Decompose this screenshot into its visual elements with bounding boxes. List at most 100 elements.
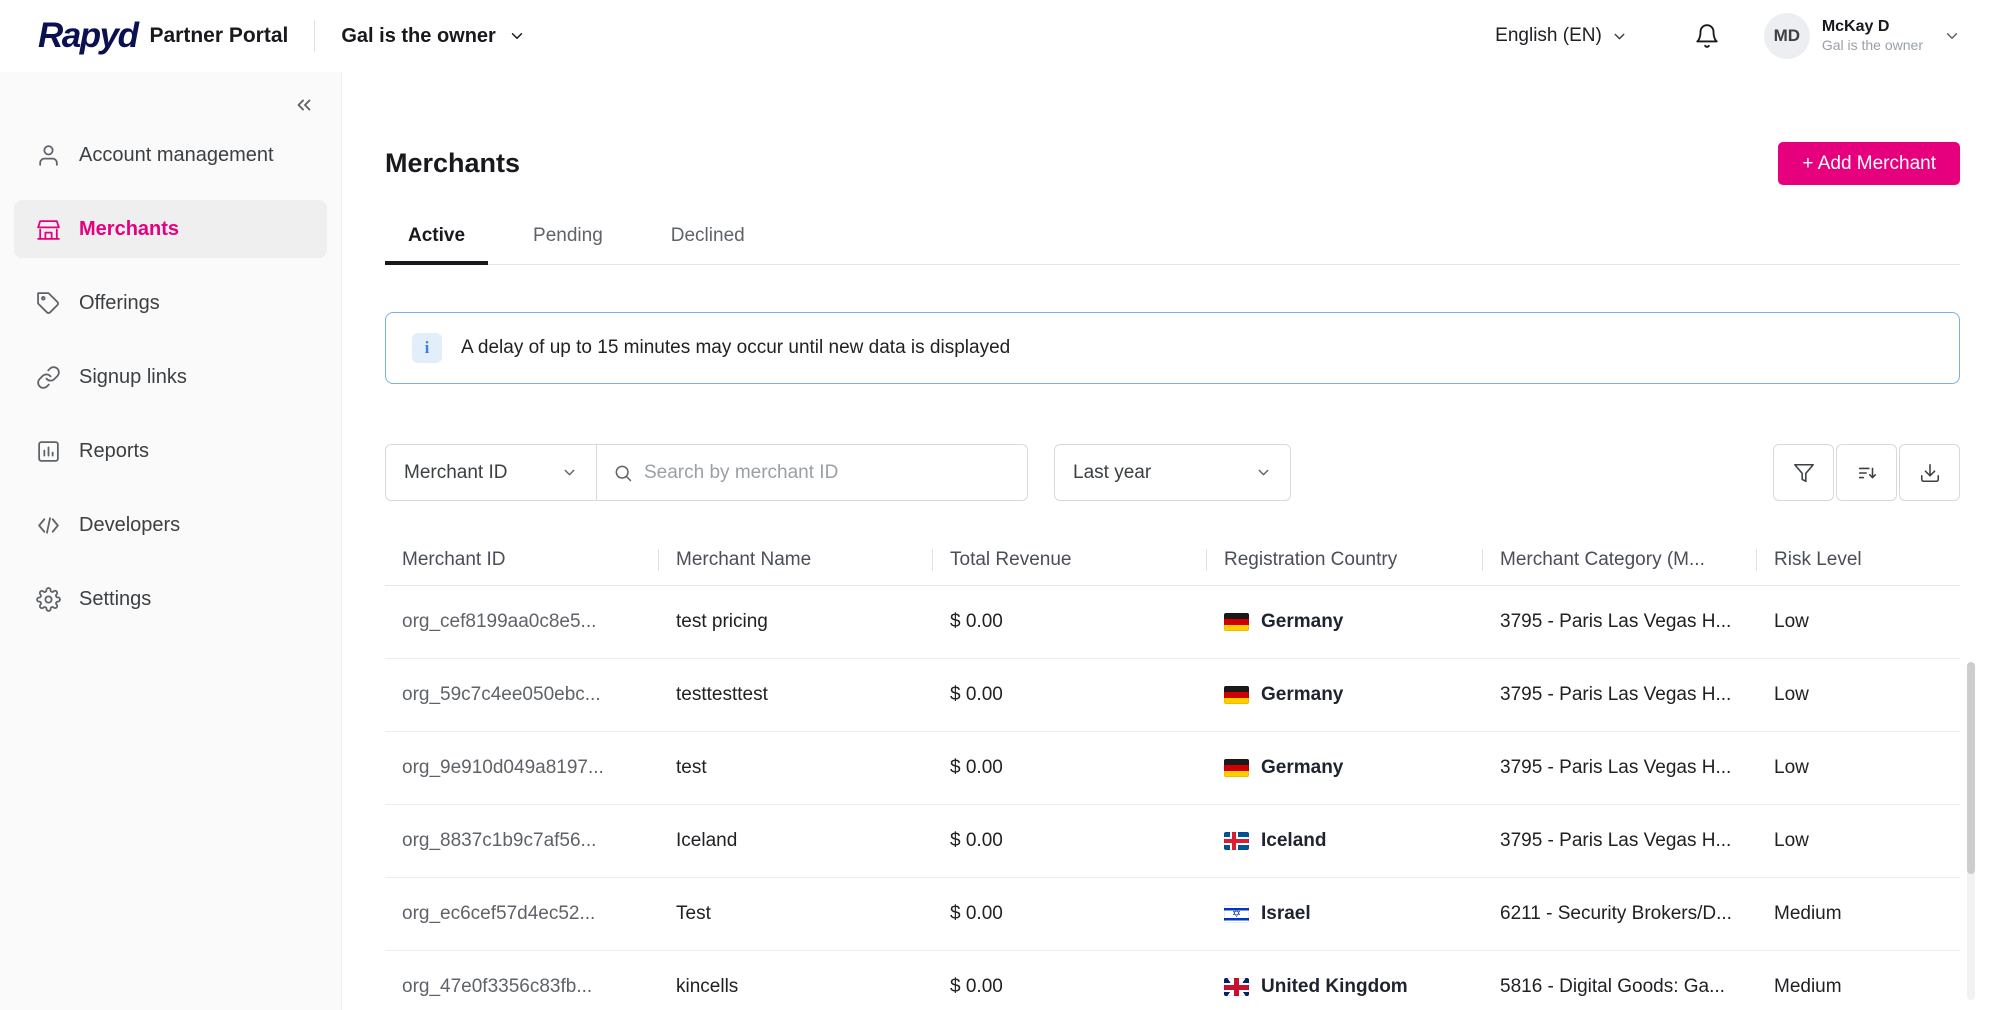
sidebar-item-offerings[interactable]: Offerings	[14, 274, 327, 332]
merchant-name-cell: test	[676, 757, 707, 778]
language-selector[interactable]: English (EN)	[1495, 25, 1628, 47]
table-row[interactable]: org_9e910d049a8197... test $ 0.00 German…	[385, 732, 1960, 805]
delay-banner: i A delay of up to 15 minutes may occur …	[385, 312, 1960, 384]
registration-country-cell: Germany	[1207, 611, 1483, 633]
download-button[interactable]	[1899, 444, 1960, 501]
link-icon	[36, 365, 61, 390]
table-header: Merchant ID Merchant Name Total Revenue …	[385, 534, 1960, 586]
filter-actions	[1773, 444, 1960, 501]
table-row[interactable]: org_cef8199aa0c8e5... test pricing $ 0.0…	[385, 586, 1960, 659]
header-right: English (EN) MD McKay D Gal is the owner	[1495, 13, 1961, 59]
sidebar-item-label: Reports	[79, 439, 150, 462]
table-row[interactable]: org_8837c1b9c7af56... Iceland $ 0.00 Ice…	[385, 805, 1960, 878]
country-name: Germany	[1261, 611, 1344, 632]
user-meta: McKay D Gal is the owner	[1822, 17, 1923, 55]
merchant-category-cell: 6211 - Security Brokers/D...	[1500, 903, 1732, 924]
gear-icon	[36, 586, 61, 612]
sidebar-item-label: Developers	[79, 513, 181, 536]
risk-level-cell: Low	[1774, 611, 1809, 632]
total-revenue-cell: $ 0.00	[950, 757, 1003, 778]
merchant-name-cell: test pricing	[676, 611, 768, 632]
tab-pending[interactable]: Pending	[510, 225, 626, 265]
tab-active[interactable]: Active	[385, 225, 489, 265]
tab-declined[interactable]: Declined	[648, 225, 768, 265]
sidebar-item-account-management[interactable]: Account management	[14, 126, 327, 184]
table-scrollbar[interactable]	[1967, 662, 1975, 1000]
funnel-icon	[1793, 462, 1815, 484]
sidebar-item-label: Offerings	[79, 291, 160, 314]
merchant-id-cell: org_cef8199aa0c8e5...	[402, 611, 597, 632]
risk-level-cell: Low	[1774, 830, 1809, 851]
merchant-name-cell: Test	[676, 903, 711, 924]
filter-row: Merchant ID Last year	[385, 444, 1960, 501]
add-merchant-button[interactable]: + Add Merchant	[1778, 142, 1960, 185]
sidebar-item-settings[interactable]: Settings	[14, 570, 327, 628]
sort-button[interactable]	[1836, 444, 1897, 501]
filter-button[interactable]	[1773, 444, 1834, 501]
chevron-down-icon	[508, 27, 526, 45]
total-revenue-cell: $ 0.00	[950, 684, 1003, 705]
search-field-select[interactable]: Merchant ID	[385, 444, 597, 501]
table-row[interactable]: org_59c7c4ee050ebc... testtesttest $ 0.0…	[385, 659, 1960, 732]
app-root: Rapyd Partner Portal Gal is the owner En…	[0, 0, 1999, 1010]
merchant-category-cell: 3795 - Paris Las Vegas H...	[1500, 684, 1732, 705]
total-revenue-cell: $ 0.00	[950, 903, 1003, 924]
sidebar-item-signup-links[interactable]: Signup links	[14, 348, 327, 406]
risk-level-cell: Medium	[1774, 903, 1842, 924]
column-header-merchant-id[interactable]: Merchant ID	[385, 549, 659, 571]
chevron-down-icon	[1255, 464, 1272, 481]
header-divider	[314, 20, 316, 52]
search-input[interactable]	[644, 461, 1011, 484]
total-revenue-cell: $ 0.00	[950, 611, 1003, 632]
country-name: Germany	[1261, 684, 1344, 705]
merchant-category-cell: 3795 - Paris Las Vegas H...	[1500, 611, 1732, 632]
tag-icon	[36, 291, 61, 316]
column-header-merchant-name[interactable]: Merchant Name	[659, 549, 933, 571]
scrollbar-thumb[interactable]	[1967, 662, 1975, 874]
top-bar: Rapyd Partner Portal Gal is the owner En…	[0, 0, 1999, 72]
table-row[interactable]: org_ec6cef57d4ec52... Test $ 0.00 Israel…	[385, 878, 1960, 951]
user-menu-chevron-icon[interactable]	[1943, 27, 1961, 45]
flag-is-icon	[1224, 832, 1249, 850]
risk-level-cell: Low	[1774, 757, 1809, 778]
info-icon: i	[412, 333, 442, 363]
merchant-id-cell: org_9e910d049a8197...	[402, 757, 604, 778]
tabs: Active Pending Declined	[385, 225, 1960, 265]
code-icon	[36, 513, 61, 538]
sidebar-collapse-button[interactable]	[293, 94, 315, 116]
registration-country-cell: Germany	[1207, 757, 1483, 779]
double-chevron-left-icon	[293, 94, 315, 116]
merchant-name-cell: kincells	[676, 976, 739, 997]
sidebar-item-developers[interactable]: Developers	[14, 496, 327, 554]
registration-country-cell: Israel	[1207, 903, 1483, 925]
avatar[interactable]: MD	[1763, 13, 1810, 59]
merchants-table: Merchant ID Merchant Name Total Revenue …	[385, 534, 1960, 1010]
registration-country-cell: United Kingdom	[1207, 976, 1483, 998]
period-value: Last year	[1073, 461, 1152, 483]
country-name: Iceland	[1261, 830, 1327, 851]
page-head: Merchants + Add Merchant	[385, 142, 1960, 185]
column-header-registration-country[interactable]: Registration Country	[1207, 549, 1483, 571]
sidebar-item-merchants[interactable]: Merchants	[14, 200, 327, 258]
table-row[interactable]: org_47e0f3356c83fb... kincells $ 0.00 Un…	[385, 951, 1960, 1010]
column-header-risk-level[interactable]: Risk Level	[1757, 549, 1960, 571]
sort-icon	[1856, 462, 1878, 484]
sidebar-item-reports[interactable]: Reports	[14, 422, 327, 480]
column-header-total-revenue[interactable]: Total Revenue	[933, 549, 1207, 571]
workspace-selector[interactable]: Gal is the owner	[341, 25, 525, 48]
country-name: Israel	[1261, 903, 1311, 924]
bar-chart-icon	[36, 439, 61, 464]
merchant-id-cell: org_ec6cef57d4ec52...	[402, 903, 596, 924]
merchant-id-cell: org_8837c1b9c7af56...	[402, 830, 597, 851]
column-header-merchant-category[interactable]: Merchant Category (M...	[1483, 549, 1757, 571]
banner-text: A delay of up to 15 minutes may occur un…	[461, 337, 1011, 358]
period-select[interactable]: Last year	[1054, 444, 1291, 501]
portal-title: Partner Portal	[149, 24, 289, 47]
rapyd-logo: Rapyd	[38, 16, 139, 55]
notifications-button[interactable]	[1694, 23, 1720, 49]
user-role: Gal is the owner	[1821, 37, 1923, 54]
risk-level-cell: Medium	[1774, 976, 1842, 997]
sidebar-item-label: Signup links	[79, 365, 187, 388]
merchant-name-cell: Iceland	[676, 830, 738, 851]
flag-gb-icon	[1224, 978, 1249, 996]
